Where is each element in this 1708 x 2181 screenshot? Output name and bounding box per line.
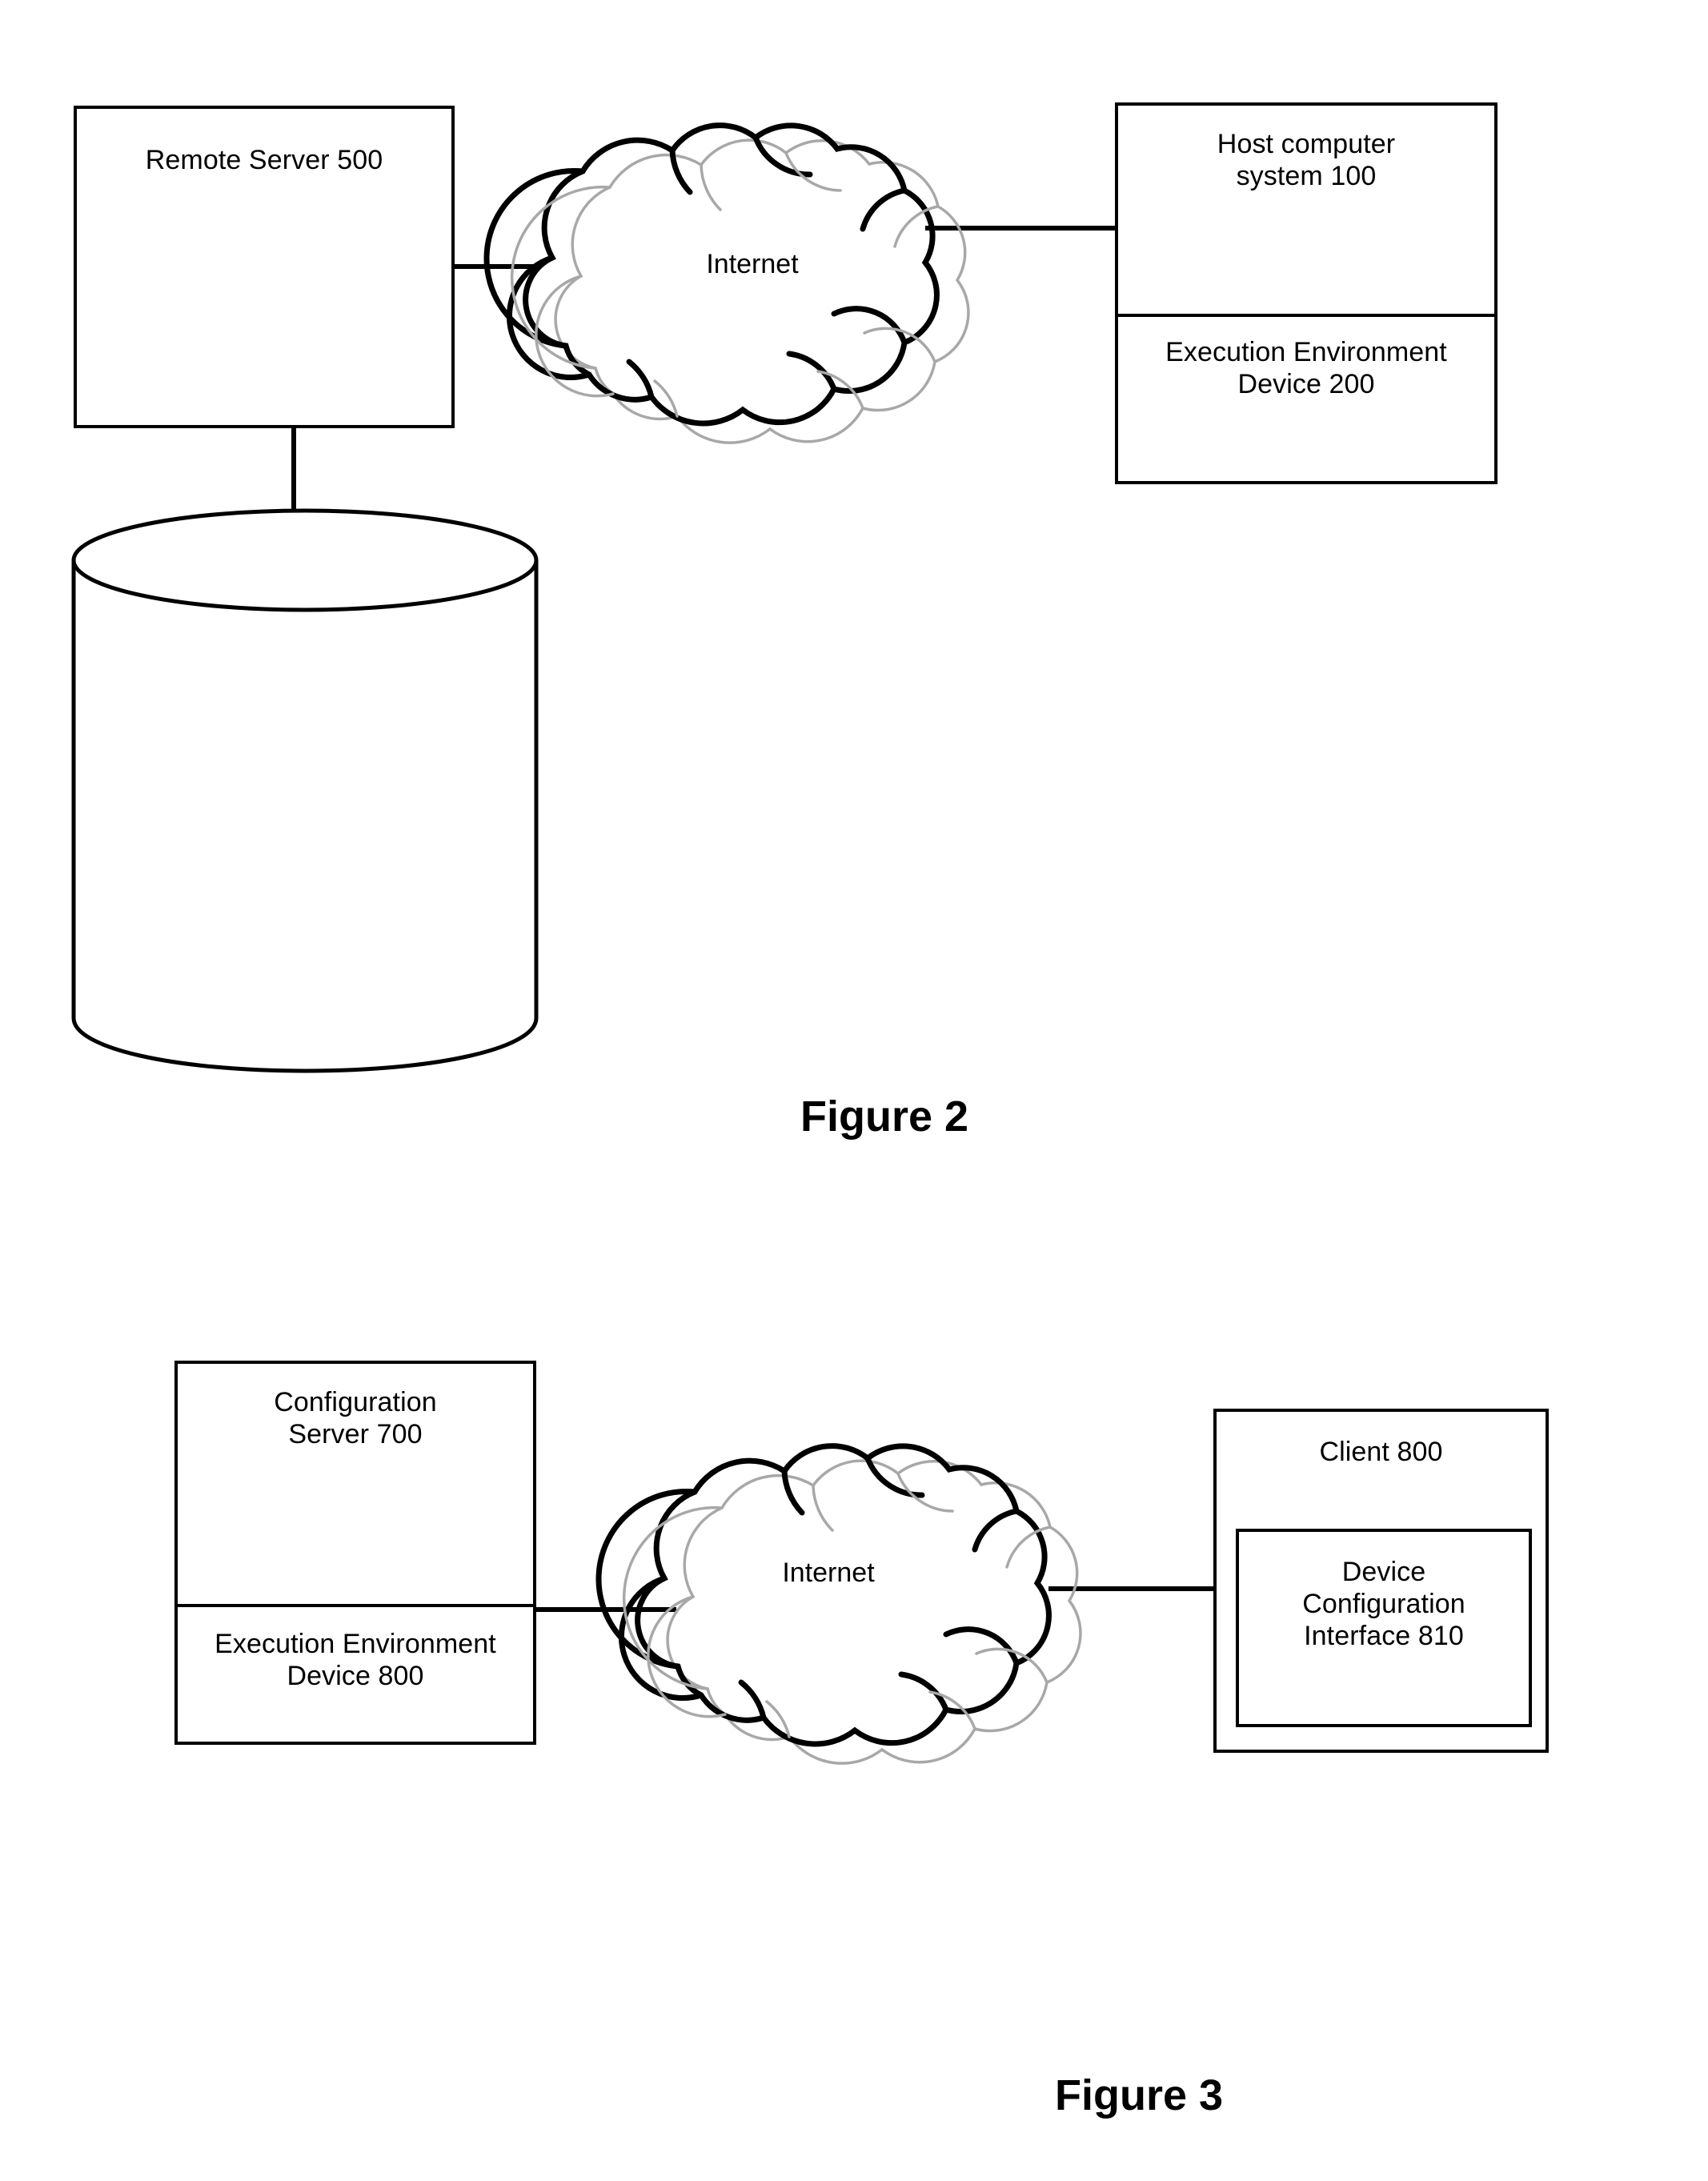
internet-cloud-fig3 — [595, 1443, 1082, 1765]
configuration-server-label: Configuration Server 700 — [274, 1387, 437, 1449]
host-computer-system-box: Host computer system 100 Execution Envir… — [1115, 102, 1498, 484]
link-remote-server-to-internet — [455, 264, 535, 269]
database-label: Database 600 — [220, 545, 390, 575]
internet-cloud-label-fig2: Internet — [706, 249, 799, 279]
host-computer-divider — [1118, 314, 1494, 317]
figure-3-caption: Figure 3 — [1055, 2071, 1224, 2119]
database-item-auth-info: Auth. Info 610 — [114, 668, 496, 748]
database-item-auth-info-label: Auth. Info 610 — [219, 695, 391, 725]
device-configuration-interface-box: Device Configuration Interface 810 — [1236, 1529, 1532, 1727]
database-item-mirroring-info-label: Mirroring Info 620 — [197, 795, 413, 825]
configuration-server-divider — [178, 1604, 533, 1607]
database-item-access-history: Access History 630 — [114, 868, 496, 948]
execution-environment-device-800-label: Execution Environment Device 800 — [215, 1629, 496, 1691]
link-internet-to-client — [1048, 1586, 1217, 1591]
internet-cloud-label-fig3: Internet — [782, 1558, 875, 1588]
link-configuration-server-to-internet — [536, 1607, 676, 1612]
database-item-mirroring-info: Mirroring Info 620 — [114, 768, 496, 848]
execution-environment-device-200-label: Execution Environment Device 200 — [1165, 337, 1447, 399]
link-internet-to-host-computer — [925, 226, 1117, 231]
device-configuration-interface-label: Device Configuration Interface 810 — [1302, 1557, 1465, 1651]
figure-2-caption: Figure 2 — [800, 1093, 969, 1141]
host-computer-system-label: Host computer system 100 — [1217, 129, 1396, 191]
remote-server-label: Remote Server 500 — [145, 145, 383, 175]
link-remote-server-to-database — [291, 428, 296, 511]
configuration-server-box: Configuration Server 700 Execution Envir… — [174, 1361, 536, 1745]
database-item-access-history-label: Access History 630 — [187, 895, 423, 925]
client-label: Client 800 — [1319, 1437, 1443, 1467]
internet-cloud-fig2 — [483, 122, 970, 444]
patent-figure-sheet: Remote Server 500 Host computer system 1… — [0, 0, 1708, 2181]
remote-server-box: Remote Server 500 — [74, 106, 455, 428]
